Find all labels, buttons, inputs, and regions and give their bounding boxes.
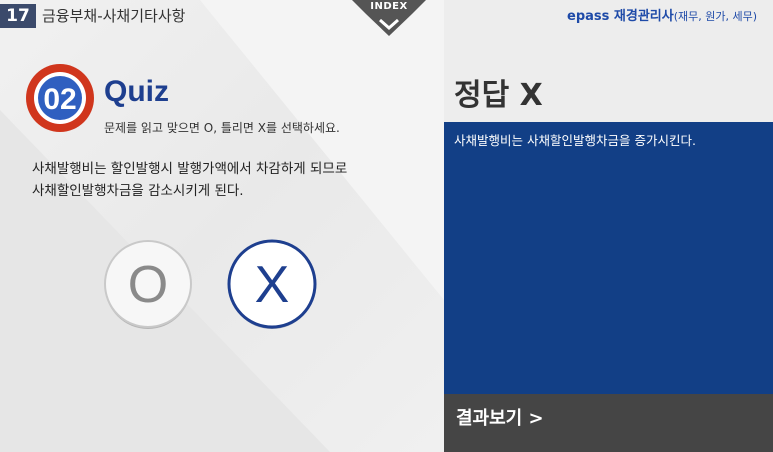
answer-o-button[interactable]: O bbox=[102, 238, 194, 330]
quiz-title: Quiz bbox=[104, 75, 169, 108]
answer-x-label: X bbox=[255, 256, 290, 314]
question-line: 사채할인발행차금을 감소시키게 된다. bbox=[32, 183, 244, 199]
brand-name: epass 재경관리사 bbox=[567, 9, 674, 24]
chapter-number: 17 bbox=[0, 4, 36, 28]
answer-o-label: O bbox=[128, 256, 168, 314]
result-title: 정답 X bbox=[454, 78, 543, 113]
question-text: 사채발행비는 할인발행시 발행가액에서 차감하게 되므로 사채할인발행차금을 감… bbox=[32, 158, 432, 202]
index-button[interactable]: INDEX bbox=[352, 0, 426, 36]
question-line: 사채발행비는 할인발행시 발행가액에서 차감하게 되므로 bbox=[32, 161, 348, 177]
chapter-title: 금융부채-사채기타사항 bbox=[42, 7, 186, 25]
quiz-panel: 17 금융부채-사채기타사항 INDEX 02 Quiz 문제를 읽고 맞으면 … bbox=[0, 0, 444, 452]
explanation-text: 사채발행비는 사채할인발행차금을 증가시킨다. bbox=[454, 133, 696, 148]
view-result-label: 결과보기 > bbox=[456, 408, 544, 429]
index-label: INDEX bbox=[370, 1, 408, 12]
view-result-button[interactable]: 결과보기 > bbox=[444, 394, 773, 452]
quiz-number: 02 bbox=[43, 83, 76, 116]
brand-label: epass 재경관리사(재무, 원가, 세무) bbox=[567, 5, 757, 24]
explanation-panel: 사채발행비는 사채할인발행차금을 증가시킨다. bbox=[444, 122, 773, 394]
quiz-instruction: 문제를 읽고 맞으면 O, 틀리면 X를 선택하세요. bbox=[104, 121, 340, 135]
brand-sub: (재무, 원가, 세무) bbox=[673, 10, 757, 23]
result-panel: epass 재경관리사(재무, 원가, 세무) 정답 X 사채발행비는 사채할인… bbox=[444, 0, 773, 452]
answer-x-button[interactable]: X bbox=[226, 238, 318, 330]
quiz-number-badge: 02 bbox=[26, 64, 94, 132]
